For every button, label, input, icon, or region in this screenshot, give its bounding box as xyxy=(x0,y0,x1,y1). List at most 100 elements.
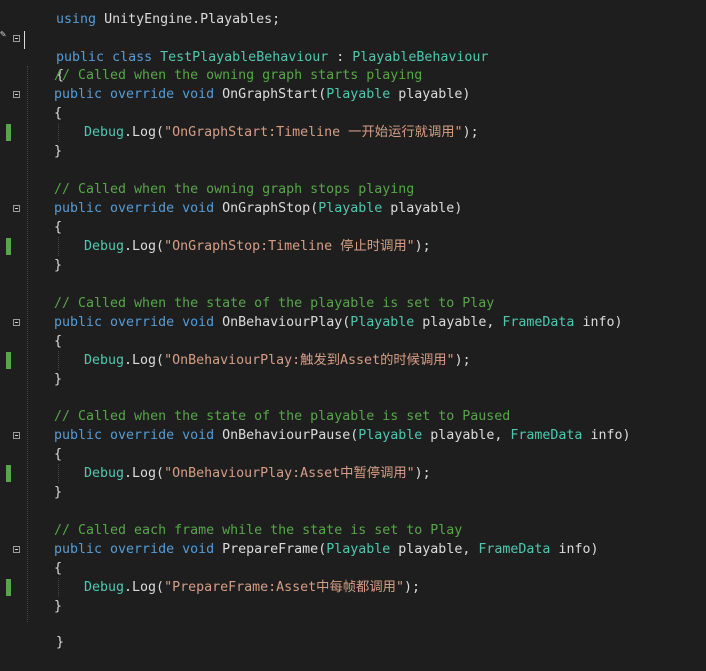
code-line-class-declaration[interactable]: public class TestPlayableBehaviour : Pla… xyxy=(24,29,488,65)
param-name: playable xyxy=(398,87,463,102)
method-open-brace[interactable]: { xyxy=(54,445,62,464)
method-comment[interactable]: // Called each frame while the state is … xyxy=(54,521,462,540)
log-call: .Log( xyxy=(124,580,165,595)
log-string: "OnGraphStart:Timeline 一开始运行就调用" xyxy=(164,125,463,140)
method-comment[interactable]: // Called when the owning graph starts p… xyxy=(54,66,422,85)
param-extra-type: FrameData xyxy=(510,428,583,443)
param-type: Playable xyxy=(318,201,383,216)
open-brace: { xyxy=(54,447,63,462)
method-signature[interactable]: public override void OnBehaviourPause(Pl… xyxy=(54,426,631,445)
debug-class: Debug xyxy=(84,580,125,595)
param-extra-type: FrameData xyxy=(502,315,575,330)
log-call: .Log( xyxy=(124,353,165,368)
open-brace: { xyxy=(54,334,63,349)
change-marker xyxy=(6,465,11,482)
using-namespace: UnityEngine.Playables; xyxy=(96,12,281,27)
param-name: playable, xyxy=(430,428,503,443)
code-line-using[interactable]: using UnityEngine.Playables; xyxy=(24,0,280,27)
debug-log-statement[interactable]: Debug.Log("PrepareFrame:Asset中每帧都调用"); xyxy=(84,578,420,597)
debug-log-statement[interactable]: Debug.Log("OnGraphStop:Timeline 停止时调用"); xyxy=(84,237,431,256)
param-name: playable xyxy=(390,201,455,216)
param-name: playable, xyxy=(398,542,471,557)
param-type: Playable xyxy=(358,428,423,443)
open-brace: { xyxy=(54,220,63,235)
log-suffix: ); xyxy=(403,580,420,595)
fold-toggle-method-icon[interactable] xyxy=(13,205,20,212)
method-modifiers: public override void xyxy=(54,315,215,330)
log-suffix: ); xyxy=(462,125,479,140)
method-open-brace[interactable]: { xyxy=(54,559,62,578)
param-name: playable, xyxy=(422,315,495,330)
code-line-class-open-brace[interactable]: { xyxy=(24,47,64,83)
change-marker xyxy=(6,238,11,255)
log-string: "PrepareFrame:Asset中每帧都调用" xyxy=(164,580,404,595)
comment-text: // Called when the state of the playable… xyxy=(54,296,495,311)
method-close-brace[interactable]: } xyxy=(54,483,62,502)
method-indent-guide xyxy=(58,464,59,483)
log-suffix: ); xyxy=(454,353,471,368)
log-string: "OnGraphStop:Timeline 停止时调用" xyxy=(164,239,415,254)
keyword-public-class: public class xyxy=(56,50,153,65)
close-brace: } xyxy=(54,599,63,614)
method-open-brace[interactable]: { xyxy=(54,332,62,351)
fold-toggle-method-icon[interactable] xyxy=(13,319,20,326)
inheritance-colon: : xyxy=(328,50,353,65)
method-modifiers: public override void xyxy=(54,542,215,557)
method-open-brace[interactable]: { xyxy=(54,104,62,123)
fold-toggle-method-icon[interactable] xyxy=(13,91,20,98)
log-call: .Log( xyxy=(124,466,165,481)
method-signature[interactable]: public override void OnGraphStop(Playabl… xyxy=(54,199,462,218)
param-type: Playable xyxy=(326,87,391,102)
method-comment[interactable]: // Called when the owning graph stops pl… xyxy=(54,180,414,199)
method-open-brace[interactable]: { xyxy=(54,218,62,237)
class-name: TestPlayableBehaviour xyxy=(160,50,329,65)
method-name: OnGraphStop xyxy=(222,201,311,216)
param-extra-name: info xyxy=(558,542,591,557)
method-indent-guide xyxy=(58,123,59,142)
debug-class: Debug xyxy=(84,125,125,140)
method-indent-guide xyxy=(58,237,59,256)
close-brace: } xyxy=(54,372,63,387)
fold-toggle-method-icon[interactable] xyxy=(13,432,20,439)
method-modifiers: public override void xyxy=(54,87,215,102)
log-suffix: ); xyxy=(414,239,431,254)
debug-log-statement[interactable]: Debug.Log("OnBehaviourPlay:Asset中暂停调用"); xyxy=(84,464,431,483)
class-indent-guide xyxy=(27,66,28,622)
param-type: Playable xyxy=(326,542,391,557)
base-class-name: PlayableBehaviour xyxy=(352,50,489,65)
method-modifiers: public override void xyxy=(54,201,215,216)
comment-text: // Called when the owning graph starts p… xyxy=(54,68,423,83)
method-name: OnGraphStart xyxy=(222,87,319,102)
close-brace: } xyxy=(56,635,65,650)
method-comment[interactable]: // Called when the state of the playable… xyxy=(54,294,494,313)
log-string: "OnBehaviourPlay:触发到Asset的时候调用" xyxy=(164,353,455,368)
log-call: .Log( xyxy=(124,125,165,140)
edit-pencil-icon: ✎ xyxy=(0,29,7,40)
open-brace: { xyxy=(54,561,63,576)
debug-log-statement[interactable]: Debug.Log("OnGraphStart:Timeline 一开始运行就调… xyxy=(84,123,479,142)
change-marker xyxy=(6,124,11,141)
method-signature[interactable]: public override void PrepareFrame(Playab… xyxy=(54,540,598,559)
log-call: .Log( xyxy=(124,239,165,254)
comment-text: // Called each frame while the state is … xyxy=(54,523,463,538)
comment-text: // Called when the state of the playable… xyxy=(54,409,511,424)
fold-toggle-method-icon[interactable] xyxy=(13,546,20,553)
method-indent-guide xyxy=(58,578,59,597)
change-marker xyxy=(6,579,11,596)
fold-toggle-class-icon[interactable] xyxy=(13,35,20,42)
close-brace: } xyxy=(54,144,63,159)
method-close-brace[interactable]: } xyxy=(54,142,62,161)
code-line-class-close-brace[interactable]: } xyxy=(24,614,64,650)
method-close-brace[interactable]: } xyxy=(54,370,62,389)
open-brace: { xyxy=(54,106,63,121)
close-brace: } xyxy=(54,485,63,500)
method-signature[interactable]: public override void OnBehaviourPlay(Pla… xyxy=(54,313,623,332)
method-comment[interactable]: // Called when the state of the playable… xyxy=(54,407,510,426)
method-signature[interactable]: public override void OnGraphStart(Playab… xyxy=(54,85,470,104)
method-indent-guide xyxy=(58,351,59,370)
code-editor[interactable]: ✎ using UnityEngine.Playables; public cl… xyxy=(0,0,706,650)
method-close-brace[interactable]: } xyxy=(54,256,62,275)
method-name: OnBehaviourPause xyxy=(222,428,351,443)
debug-log-statement[interactable]: Debug.Log("OnBehaviourPlay:触发到Asset的时候调用… xyxy=(84,351,471,370)
method-modifiers: public override void xyxy=(54,428,215,443)
